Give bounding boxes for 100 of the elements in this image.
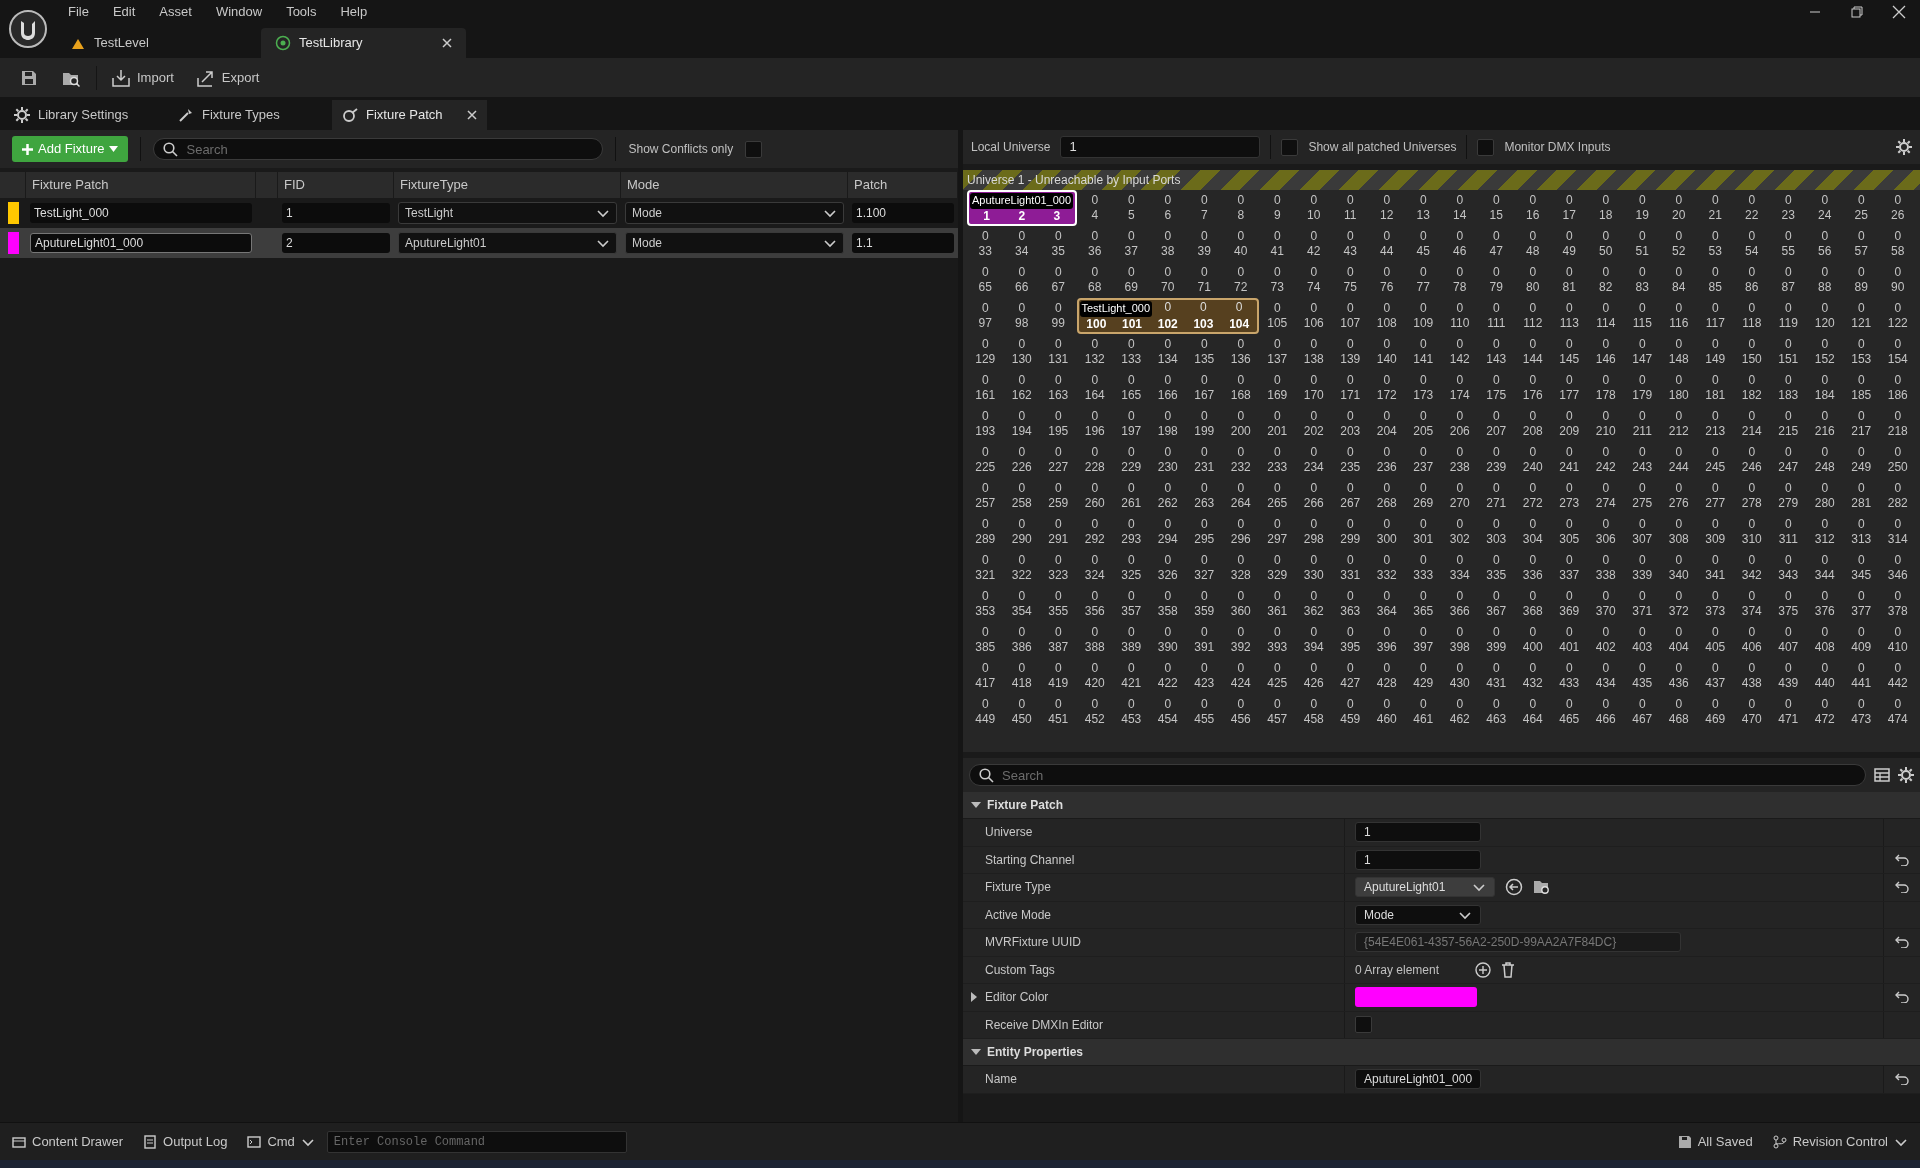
mode-dropdown[interactable]: Mode — [1355, 904, 1481, 925]
channel-value: 0 — [1711, 229, 1719, 244]
folder-search-icon[interactable] — [1533, 878, 1551, 897]
restore-icon[interactable] — [1848, 4, 1866, 20]
channel-number: 295 — [1194, 532, 1215, 547]
menu-item[interactable]: Asset — [147, 2, 204, 22]
channel-value: 0 — [1054, 265, 1062, 280]
close-icon[interactable] — [442, 38, 452, 48]
menu-item[interactable]: Window — [203, 2, 275, 22]
channel-value: 0 — [1200, 481, 1208, 496]
channel-value: 0 — [1018, 229, 1026, 244]
name-field[interactable]: AputureLight01_000 — [30, 233, 252, 253]
fixture-block[interactable]: TestLight_000 0 0 0 100 101 102 103 104 — [1076, 298, 1259, 334]
menu-item[interactable]: Edit — [100, 2, 148, 22]
menu-item[interactable]: File — [56, 2, 101, 22]
search-field[interactable]: Search — [969, 764, 1866, 786]
channel-number: 424 — [1230, 676, 1251, 691]
channel-number: 207 — [1486, 424, 1507, 439]
export-button[interactable]: Export — [187, 63, 268, 92]
patch-field[interactable]: 1.100 — [852, 203, 954, 223]
mode-dropdown[interactable]: Mode — [625, 232, 844, 254]
channel-value: 0 — [1310, 409, 1318, 424]
table-row[interactable]: AputureLight01_000 2 AputureLight01 Mode 1.1 — [0, 228, 958, 258]
channel-value: 0 — [1237, 445, 1245, 460]
channel-value: 0 — [1456, 265, 1464, 280]
channel-value: 0 — [1821, 517, 1829, 532]
name-field[interactable]: TestLight_000 — [30, 203, 252, 223]
panel-tab[interactable]: Library Settings — [4, 100, 164, 130]
channel-value: 0 — [1711, 589, 1719, 604]
channel-value: 0 — [1346, 625, 1354, 640]
trash-icon[interactable] — [1501, 961, 1515, 978]
import-button[interactable]: Import — [103, 63, 182, 92]
value-field[interactable]: AputureLight01_000 — [1355, 1069, 1481, 1090]
conflicts-checkbox[interactable] — [745, 140, 763, 158]
expand-icon[interactable] — [971, 1047, 981, 1057]
fixture-type-dropdown[interactable]: AputureLight01 — [1355, 877, 1495, 898]
menu-item[interactable]: Tools — [274, 2, 329, 22]
search-field[interactable]: Search — [153, 138, 604, 160]
channel-value: 0 — [1310, 553, 1318, 568]
channel-value: 0 — [1529, 553, 1537, 568]
channel-number: 391 — [1194, 640, 1215, 655]
channel-value: 0 — [1894, 553, 1902, 568]
content-drawer-button[interactable]: Content Drawer — [4, 1126, 132, 1157]
table-icon[interactable] — [1874, 767, 1890, 783]
table-row[interactable]: TestLight_000 1 TestLight Mode 1.100 — [0, 198, 958, 228]
channel-number: 260 — [1084, 496, 1105, 511]
revision-control-button[interactable]: Revision Control — [1764, 1126, 1916, 1157]
channel-number: 342 — [1741, 568, 1762, 583]
export-icon — [195, 68, 216, 87]
settings-icon[interactable] — [1898, 767, 1914, 783]
show-all-checkbox[interactable] — [1281, 138, 1299, 156]
channel-value: 0 — [1237, 661, 1245, 676]
channel-value: 0 — [1273, 229, 1281, 244]
reset-icon[interactable] — [1895, 991, 1909, 1004]
document-tab[interactable]: TestLibrary — [261, 28, 466, 58]
fid-field[interactable]: 1 — [282, 203, 390, 223]
patch-field[interactable]: 1.1 — [852, 233, 954, 253]
output-log-button[interactable]: Output Log — [135, 1126, 236, 1157]
cmd-dropdown[interactable]: Cmd — [239, 1126, 323, 1157]
panel-tab[interactable]: Fixture Patch — [332, 100, 487, 130]
section-header[interactable]: Fixture Patch — [963, 792, 1920, 819]
panel-tab[interactable]: Fixture Types — [168, 100, 328, 130]
checkbox[interactable] — [1355, 1016, 1372, 1034]
channel-number: 344 — [1814, 568, 1835, 583]
reset-icon[interactable] — [1895, 853, 1909, 866]
mode-dropdown[interactable]: Mode — [625, 202, 844, 224]
fixture-type-dropdown[interactable]: TestLight — [398, 202, 617, 224]
value-field[interactable]: 1 — [1355, 822, 1481, 843]
add-icon[interactable] — [1475, 961, 1491, 978]
color-swatch[interactable] — [1355, 987, 1477, 1008]
channel-number: 5 — [1127, 208, 1135, 223]
channel-number: 4 — [1091, 208, 1099, 223]
channel-value: 0 — [1675, 625, 1683, 640]
channel-value: 0 — [1565, 553, 1573, 568]
close-icon[interactable] — [467, 110, 477, 120]
channel-number: 325 — [1121, 568, 1142, 583]
channel-value: 0 — [1346, 337, 1354, 352]
document-tab[interactable]: TestLevel — [56, 28, 261, 58]
use-selected-icon[interactable] — [1505, 878, 1523, 897]
reset-icon[interactable] — [1895, 881, 1909, 894]
expand-icon[interactable] — [971, 800, 981, 810]
fid-field[interactable]: 2 — [282, 233, 390, 253]
close-icon[interactable] — [1890, 4, 1908, 20]
channel-number: 6 — [1164, 208, 1172, 223]
expand-icon[interactable] — [969, 992, 979, 1003]
fixture-block[interactable]: AputureLight01_000 1 2 3 — [967, 190, 1077, 226]
menu-item[interactable]: Help — [328, 2, 380, 22]
reset-icon[interactable] — [1895, 1073, 1909, 1086]
reset-icon[interactable] — [1895, 936, 1909, 949]
fixture-type-dropdown[interactable]: AputureLight01 — [398, 232, 617, 254]
channel-value: 0 — [1492, 301, 1500, 316]
save-status-button[interactable]: All Saved — [1669, 1126, 1761, 1157]
channel-number: 309 — [1705, 532, 1726, 547]
universe-field[interactable]: 1 — [1060, 136, 1261, 158]
section-header[interactable]: Entity Properties — [963, 1039, 1920, 1066]
settings-icon[interactable] — [1896, 139, 1912, 155]
console-field[interactable]: Enter Console Command — [326, 1130, 627, 1153]
value-field[interactable]: 1 — [1355, 849, 1481, 870]
monitor-checkbox[interactable] — [1477, 138, 1495, 156]
channel-number: 167 — [1194, 388, 1215, 403]
